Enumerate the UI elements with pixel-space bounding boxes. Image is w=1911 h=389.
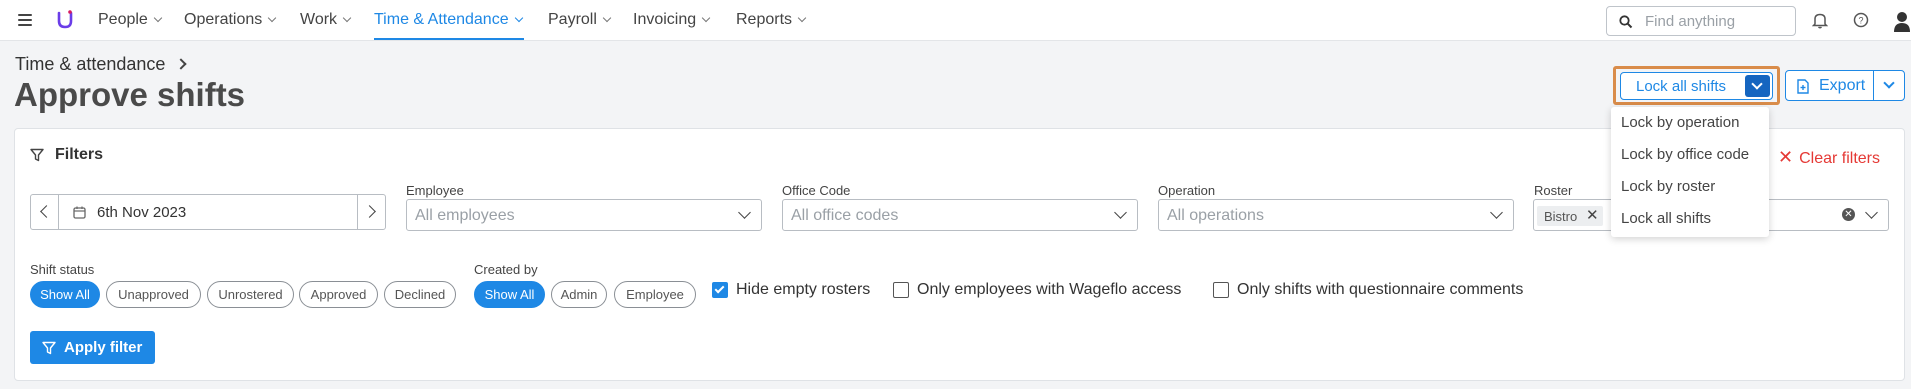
nav-payroll[interactable]: Payroll [548,11,612,29]
breadcrumb[interactable]: Time & attendance [15,54,188,75]
created-by-employee[interactable]: Employee [614,281,696,308]
roster-label: Roster [1534,183,1573,198]
top-nav: People Operations Work Time & Attendance… [0,0,1911,41]
shift-status-approved[interactable]: Approved [299,281,378,308]
chevron-left-icon [40,205,53,218]
nav-operations[interactable]: Operations [184,11,277,29]
active-nav-indicator [374,38,524,40]
date-value[interactable]: 6th Nov 2023 [97,204,186,221]
menu-item-lock-all-shifts[interactable]: Lock all shifts [1621,210,1711,227]
export-file-icon [1797,79,1809,94]
global-search-input[interactable]: Find anything [1606,6,1796,36]
menu-icon[interactable] [18,14,32,26]
menu-item-lock-by-office-code[interactable]: Lock by office code [1621,146,1749,163]
filter-icon [42,341,56,355]
shift-status-unapproved[interactable]: Unapproved [106,281,201,308]
date-navigator: 6th Nov 2023 [30,194,386,230]
lock-options-menu: Lock by operation Lock by office code Lo… [1611,107,1769,237]
hide-empty-rosters-label: Hide empty rosters [736,281,871,298]
previous-date-button[interactable] [31,195,59,229]
shift-status-unrostered[interactable]: Unrostered [207,281,294,308]
menu-item-lock-by-operation[interactable]: Lock by operation [1621,114,1739,131]
next-date-button[interactable] [357,195,385,229]
office-code-label: Office Code [782,183,851,198]
search-icon [1619,15,1633,29]
filter-icon [30,148,44,162]
shift-status-declined[interactable]: Declined [384,281,456,308]
close-icon: ✕ [1778,147,1794,167]
shift-status-show-all[interactable]: Show All [30,281,100,308]
hide-empty-rosters-checkbox[interactable] [712,282,728,298]
nav-invoicing[interactable]: Invoicing [633,11,711,29]
chevron-down-icon [1883,77,1895,89]
bell-icon[interactable] [1812,12,1828,29]
roster-tag: Bistro ✕ [1537,206,1603,226]
chevron-right-icon [175,58,188,70]
remove-tag-icon[interactable]: ✕ [1586,206,1599,224]
chevron-down-icon [1751,78,1763,90]
lock-all-shifts-button[interactable]: Lock all shifts [1620,72,1773,100]
wageflo-access-checkbox[interactable] [893,282,909,298]
chevron-right-icon [363,205,376,218]
filters-title: Filters [55,146,104,163]
apply-filter-button[interactable]: Apply filter [30,331,155,364]
help-icon[interactable]: ? [1853,12,1869,28]
nav-people[interactable]: People [98,11,163,29]
wageflo-access-label: Only employees with Wageflo access [917,281,1182,298]
nav-reports[interactable]: Reports [736,11,807,29]
svg-text:?: ? [1858,16,1863,26]
nav-time-attendance[interactable]: Time & Attendance [374,11,523,29]
page-title: Approve shifts [14,76,246,113]
clear-selection-icon[interactable]: ✕ [1842,208,1855,221]
app-logo-icon[interactable] [56,9,74,31]
office-code-select[interactable]: All office codes [782,199,1138,231]
created-by-show-all[interactable]: Show All [474,281,545,308]
avatar-icon[interactable] [1893,10,1911,32]
clear-filters-button[interactable]: ✕ Clear filters [1778,147,1880,168]
calendar-icon [73,206,86,219]
chevron-down-icon [1490,206,1503,219]
operation-label: Operation [1158,183,1216,198]
questionnaire-comments-checkbox[interactable] [1213,282,1229,298]
employee-label: Employee [406,183,464,198]
menu-item-lock-by-roster[interactable]: Lock by roster [1621,178,1715,195]
chevron-down-icon [1114,206,1127,219]
questionnaire-comments-label: Only shifts with questionnaire comments [1237,281,1524,298]
lock-dropdown-toggle[interactable] [1745,75,1770,97]
check-icon [714,283,725,294]
created-by-admin[interactable]: Admin [551,281,607,308]
created-by-label: Created by [474,262,538,277]
employee-select[interactable]: All employees [406,199,762,231]
export-dropdown-toggle[interactable] [1873,70,1905,101]
chevron-down-icon [738,206,751,219]
shift-status-label: Shift status [30,262,95,277]
export-button[interactable]: Export [1785,70,1874,101]
nav-work[interactable]: Work [300,11,352,29]
chevron-down-icon [1865,206,1878,219]
operation-select[interactable]: All operations [1158,199,1514,231]
